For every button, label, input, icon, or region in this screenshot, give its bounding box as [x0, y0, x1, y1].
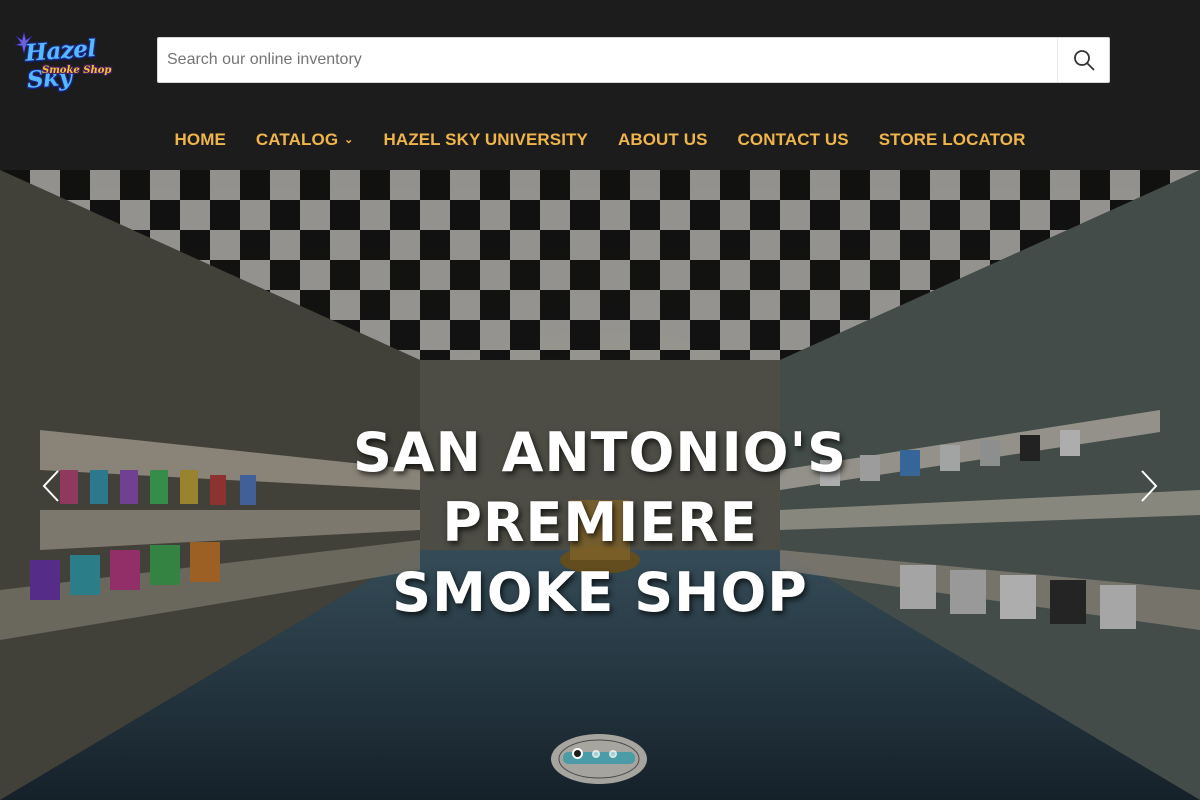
logo-tagline: Smoke Shop [42, 65, 112, 76]
hero-title: SAN ANTONIO'S PREMIERE SMOKE SHOP [220, 418, 980, 628]
slide-dot-1[interactable] [572, 748, 583, 759]
slide-dot-2[interactable] [592, 750, 600, 758]
search-input[interactable] [158, 38, 1058, 82]
site-header: Hazel Sky Smoke Shop HOME CATALOG ⌄ HAZEL… [0, 0, 1200, 170]
nav-item-hazel-sky-university[interactable]: HAZEL SKY UNIVERSITY [368, 118, 602, 162]
search-icon [1073, 50, 1094, 71]
next-slide-button[interactable] [1134, 468, 1164, 504]
hero-title-line-2: SMOKE SHOP [392, 561, 808, 624]
nav-item-label: HOME [174, 130, 226, 149]
search-button[interactable] [1057, 38, 1109, 82]
nav-item-label: CATALOG [255, 130, 339, 149]
nav-item-home[interactable]: HOME [160, 118, 241, 162]
search-bar [157, 37, 1110, 83]
previous-slide-button[interactable] [36, 468, 66, 504]
logo-wordmark: Hazel Sky [24, 34, 97, 94]
slide-indicators [572, 748, 617, 759]
hero-title-line-1: SAN ANTONIO'S PREMIERE [352, 421, 848, 554]
store-badge-image [551, 734, 647, 784]
site-logo[interactable]: Hazel Sky Smoke Shop [14, 30, 136, 94]
hero-slideshow: SAN ANTONIO'S PREMIERE SMOKE SHOP [0, 170, 1200, 800]
chevron-down-icon: ⌄ [344, 133, 354, 146]
nav-item-catalog[interactable]: CATALOG ⌄ [241, 118, 369, 162]
nav-item-label: ABOUT US [617, 130, 708, 149]
chevron-left-icon [42, 470, 59, 502]
nav-item-label: STORE LOCATOR [878, 130, 1026, 149]
slide-dot-3[interactable] [609, 750, 617, 758]
chevron-right-icon [1141, 470, 1158, 502]
nav-item-label: CONTACT US [737, 130, 849, 149]
nav-item-label: HAZEL SKY UNIVERSITY [383, 130, 588, 149]
nav-item-about-us[interactable]: ABOUT US [603, 118, 723, 162]
nav-item-contact-us[interactable]: CONTACT US [723, 118, 864, 162]
main-nav: HOME CATALOG ⌄ HAZEL SKY UNIVERSITY ABOUT… [0, 118, 1200, 162]
nav-item-store-locator[interactable]: STORE LOCATOR [864, 118, 1041, 162]
